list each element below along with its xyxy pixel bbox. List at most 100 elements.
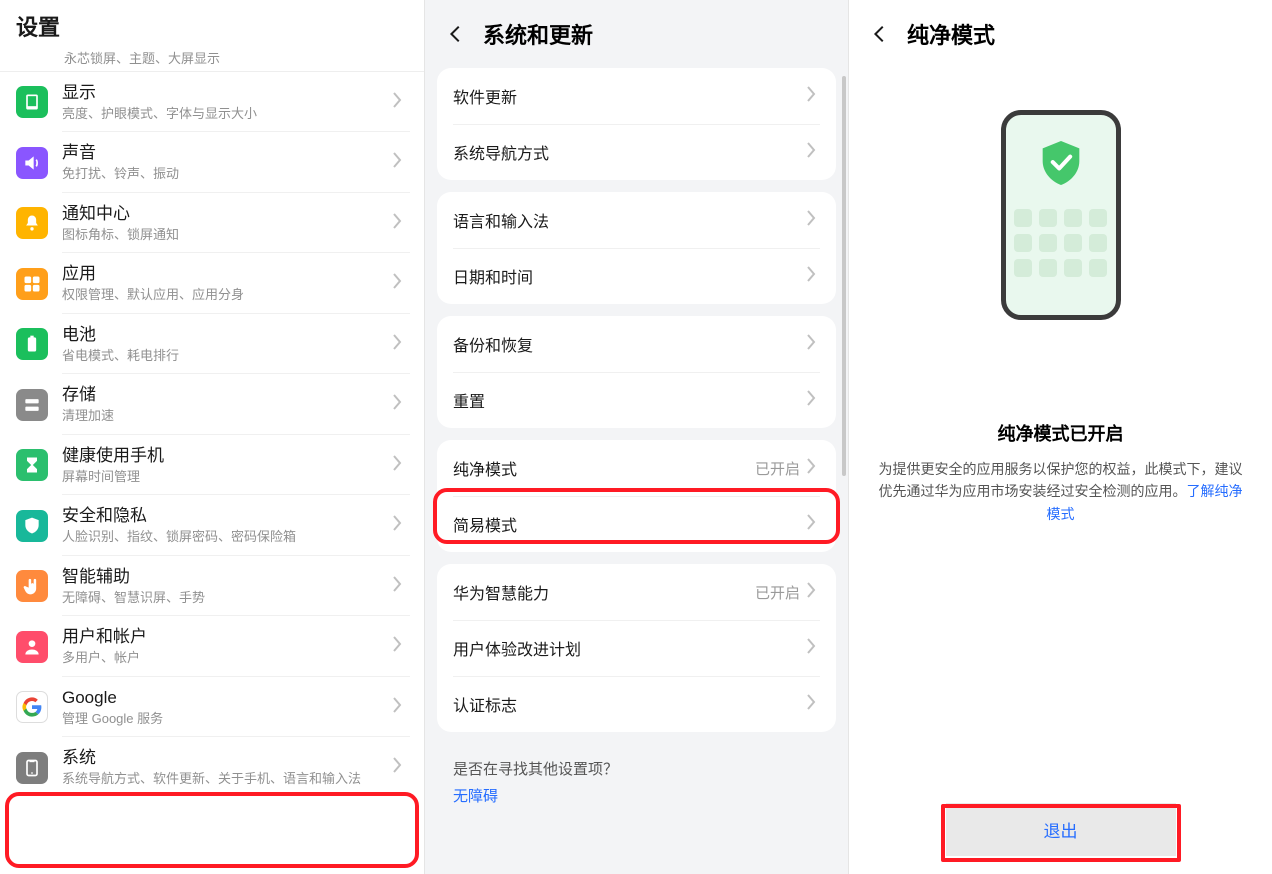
settings-item-title: 系统 — [62, 747, 392, 770]
storage-icon — [16, 389, 48, 421]
settings-item-text: 健康使用手机屏幕时间管理 — [62, 445, 392, 485]
settings-item-google[interactable]: Google管理 Google 服务 — [0, 677, 424, 737]
hint-accessibility-link[interactable]: 无障碍 — [437, 779, 836, 806]
settings-item-display[interactable]: 显示亮度、护眼模式、字体与显示大小 — [0, 72, 424, 132]
settings-item-hand[interactable]: 智能辅助无障碍、智慧识屏、手势 — [0, 556, 424, 616]
chevron-right-icon — [392, 334, 416, 355]
settings-item-title: Google — [62, 687, 392, 710]
settings-item-sub: 亮度、护眼模式、字体与显示大小 — [62, 105, 392, 123]
settings-item-title: 显示 — [62, 82, 392, 105]
chevron-right-icon — [392, 213, 416, 234]
settings-item-sub: 人脸识别、指纹、锁屏密码、密码保险箱 — [62, 528, 392, 546]
settings-group: 纯净模式已开启简易模式 — [437, 440, 836, 552]
bell-icon — [16, 207, 48, 239]
col2-title: 系统和更新 — [483, 18, 593, 50]
chevron-right-icon — [392, 394, 416, 415]
back-icon[interactable] — [869, 23, 897, 45]
col3-title: 纯净模式 — [907, 18, 995, 50]
chevron-right-icon — [392, 757, 416, 778]
chevron-right-icon — [392, 576, 416, 597]
row-label: 用户体验改进计划 — [453, 636, 806, 660]
settings-item-text: 声音免打扰、铃声、振动 — [62, 142, 392, 182]
settings-item-title: 应用 — [62, 263, 392, 286]
settings-item-sub: 权限管理、默认应用、应用分身 — [62, 286, 392, 304]
chevron-right-icon — [392, 636, 416, 657]
chevron-right-icon — [806, 86, 824, 107]
settings-row[interactable]: 用户体验改进计划 — [437, 620, 836, 676]
system-icon — [16, 752, 48, 784]
settings-row[interactable]: 系统导航方式 — [437, 124, 836, 180]
settings-item-text: 显示亮度、护眼模式、字体与显示大小 — [62, 82, 392, 122]
chevron-right-icon — [392, 515, 416, 536]
settings-item-sound[interactable]: 声音免打扰、铃声、振动 — [0, 132, 424, 192]
back-icon[interactable] — [445, 23, 473, 45]
settings-item-title: 电池 — [62, 324, 392, 347]
settings-row[interactable]: 认证标志 — [437, 676, 836, 732]
settings-item-shield[interactable]: 安全和隐私人脸识别、指纹、锁屏密码、密码保险箱 — [0, 495, 424, 555]
chevron-right-icon — [806, 514, 824, 535]
settings-item-apps[interactable]: 应用权限管理、默认应用、应用分身 — [0, 253, 424, 313]
settings-row[interactable]: 纯净模式已开启 — [437, 440, 836, 496]
settings-item-sub: 清理加速 — [62, 407, 392, 425]
settings-row[interactable]: 日期和时间 — [437, 248, 836, 304]
settings-item-title: 健康使用手机 — [62, 445, 392, 468]
row-label: 认证标志 — [453, 692, 806, 716]
partial-item-sub: 永芯锁屏、主题、大屏显示 — [0, 48, 424, 72]
settings-row[interactable]: 备份和恢复 — [437, 316, 836, 372]
settings-item-title: 声音 — [62, 142, 392, 165]
hand-icon — [16, 570, 48, 602]
chevron-right-icon — [806, 390, 824, 411]
settings-item-text: 安全和隐私人脸识别、指纹、锁屏密码、密码保险箱 — [62, 505, 392, 545]
settings-item-text: 电池省电模式、耗电排行 — [62, 324, 392, 364]
settings-group: 软件更新系统导航方式 — [437, 68, 836, 180]
settings-row[interactable]: 华为智慧能力已开启 — [437, 564, 836, 620]
settings-item-battery[interactable]: 电池省电模式、耗电排行 — [0, 314, 424, 374]
col3-header: 纯净模式 — [849, 0, 1272, 60]
settings-item-user[interactable]: 用户和帐户多用户、帐户 — [0, 616, 424, 676]
settings-group: 华为智慧能力已开启用户体验改进计划认证标志 — [437, 564, 836, 732]
settings-item-title: 用户和帐户 — [62, 626, 392, 649]
settings-item-title: 安全和隐私 — [62, 505, 392, 528]
settings-row[interactable]: 语言和输入法 — [437, 192, 836, 248]
settings-item-sub: 图标角标、锁屏通知 — [62, 226, 392, 244]
settings-item-sub: 省电模式、耗电排行 — [62, 347, 392, 365]
settings-group: 备份和恢复重置 — [437, 316, 836, 428]
row-label: 纯净模式 — [453, 456, 755, 480]
chevron-right-icon — [806, 334, 824, 355]
chevron-right-icon — [806, 266, 824, 287]
battery-icon — [16, 328, 48, 360]
chevron-right-icon — [806, 638, 824, 659]
hint-text: 是否在寻找其他设置项？ — [437, 744, 836, 779]
settings-item-sub: 屏幕时间管理 — [62, 468, 392, 486]
settings-row[interactable]: 简易模式 — [437, 496, 836, 552]
settings-item-storage[interactable]: 存储清理加速 — [0, 374, 424, 434]
settings-item-sub: 系统导航方式、软件更新、关于手机、语言和输入法 — [62, 770, 392, 788]
settings-item-bell[interactable]: 通知中心图标角标、锁屏通知 — [0, 193, 424, 253]
col2-body: 软件更新系统导航方式语言和输入法日期和时间备份和恢复重置纯净模式已开启简易模式华… — [425, 68, 848, 872]
settings-row[interactable]: 软件更新 — [437, 68, 836, 124]
exit-button[interactable]: 退出 — [946, 803, 1176, 856]
google-icon — [16, 691, 48, 723]
row-label: 软件更新 — [453, 84, 806, 108]
sound-icon — [16, 147, 48, 179]
settings-item-text: 智能辅助无障碍、智慧识屏、手势 — [62, 566, 392, 606]
pure-mode-panel: 纯净模式 纯净模式已开启 为提供更安全的应用服务以保护您的权益，此模式下，建议优… — [848, 0, 1272, 874]
settings-item-text: 存储清理加速 — [62, 384, 392, 424]
settings-item-sub: 无障碍、智慧识屏、手势 — [62, 589, 392, 607]
chevron-right-icon — [392, 92, 416, 113]
row-value: 已开启 — [755, 582, 800, 603]
settings-item-text: Google管理 Google 服务 — [62, 687, 392, 727]
display-icon — [16, 86, 48, 118]
shield-check-icon — [1039, 139, 1083, 187]
settings-item-system[interactable]: 系统系统导航方式、软件更新、关于手机、语言和输入法 — [0, 737, 424, 797]
settings-row[interactable]: 重置 — [437, 372, 836, 428]
settings-item-sub: 多用户、帐户 — [62, 649, 392, 667]
settings-item-hourglass[interactable]: 健康使用手机屏幕时间管理 — [0, 435, 424, 495]
settings-item-sub: 免打扰、铃声、振动 — [62, 165, 392, 183]
phone-illustration — [1001, 110, 1121, 320]
chevron-right-icon — [806, 210, 824, 231]
scrollbar[interactable] — [842, 76, 846, 476]
row-label: 备份和恢复 — [453, 332, 806, 356]
apps-icon — [16, 268, 48, 300]
settings-title: 设置 — [0, 0, 424, 48]
